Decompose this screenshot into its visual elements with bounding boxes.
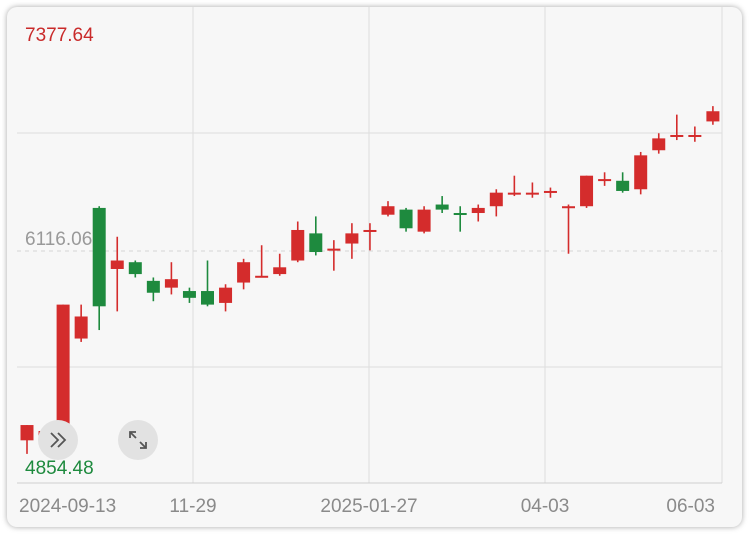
candle-body bbox=[507, 192, 521, 195]
x-tick-label: 04-03 bbox=[521, 496, 570, 517]
candle-body bbox=[128, 262, 142, 275]
candle-body bbox=[471, 207, 485, 214]
candle-body bbox=[399, 209, 413, 229]
candle-body bbox=[562, 206, 575, 209]
expand-arrows-icon bbox=[129, 431, 147, 449]
max-price-label: 7377.64 bbox=[25, 25, 94, 46]
candle-body bbox=[670, 134, 684, 137]
candlestick-chart: 7377.64 6116.06 4854.48 2024-09-13 11-29 2025… bbox=[17, 7, 723, 517]
candle-body bbox=[363, 229, 377, 232]
candle-body bbox=[219, 287, 233, 303]
min-price-label: 4854.48 bbox=[25, 458, 94, 479]
reference-price-label: 6116.06 bbox=[25, 229, 92, 250]
candle-body bbox=[74, 316, 88, 339]
candle-body bbox=[164, 279, 178, 288]
candle-body bbox=[201, 291, 214, 305]
candle-body bbox=[20, 425, 34, 441]
collapse-expand-button[interactable] bbox=[38, 420, 78, 460]
candle-body bbox=[706, 111, 720, 122]
candle-body bbox=[580, 175, 594, 207]
candle-body bbox=[110, 260, 124, 269]
candle-body bbox=[435, 204, 449, 210]
candle-body bbox=[598, 179, 612, 182]
candle-body bbox=[237, 262, 251, 283]
candle-body bbox=[688, 134, 702, 137]
x-tick-label: 06-03 bbox=[666, 496, 715, 517]
candle-body bbox=[255, 275, 269, 278]
candle-body bbox=[56, 304, 70, 437]
candle-body bbox=[525, 192, 539, 195]
x-tick-label: 2024-09-13 bbox=[19, 496, 116, 517]
x-tick-label: 11-29 bbox=[169, 496, 216, 517]
candle-body bbox=[634, 155, 648, 190]
candle-body bbox=[291, 229, 305, 261]
candle-body bbox=[273, 267, 287, 275]
candle-body bbox=[182, 291, 196, 298]
double-chevron-right-icon bbox=[50, 432, 67, 448]
candle-body bbox=[616, 180, 630, 191]
kline-chart-card: 7377.64 6116.06 4854.48 2024-09-13 11-29 2025… bbox=[7, 7, 742, 527]
candle-body bbox=[453, 213, 467, 216]
candle-body bbox=[381, 206, 395, 215]
fullscreen-button[interactable] bbox=[118, 420, 158, 460]
candle-body bbox=[146, 280, 160, 293]
candle-body bbox=[417, 209, 431, 232]
candle-body bbox=[309, 233, 323, 253]
candle-body bbox=[92, 207, 106, 307]
candle-body bbox=[543, 190, 557, 193]
candle-body bbox=[489, 192, 503, 207]
candle-body bbox=[345, 233, 359, 244]
x-tick-label: 2025-01-27 bbox=[320, 496, 417, 517]
candle-body bbox=[652, 138, 666, 151]
candle-body bbox=[327, 248, 341, 251]
